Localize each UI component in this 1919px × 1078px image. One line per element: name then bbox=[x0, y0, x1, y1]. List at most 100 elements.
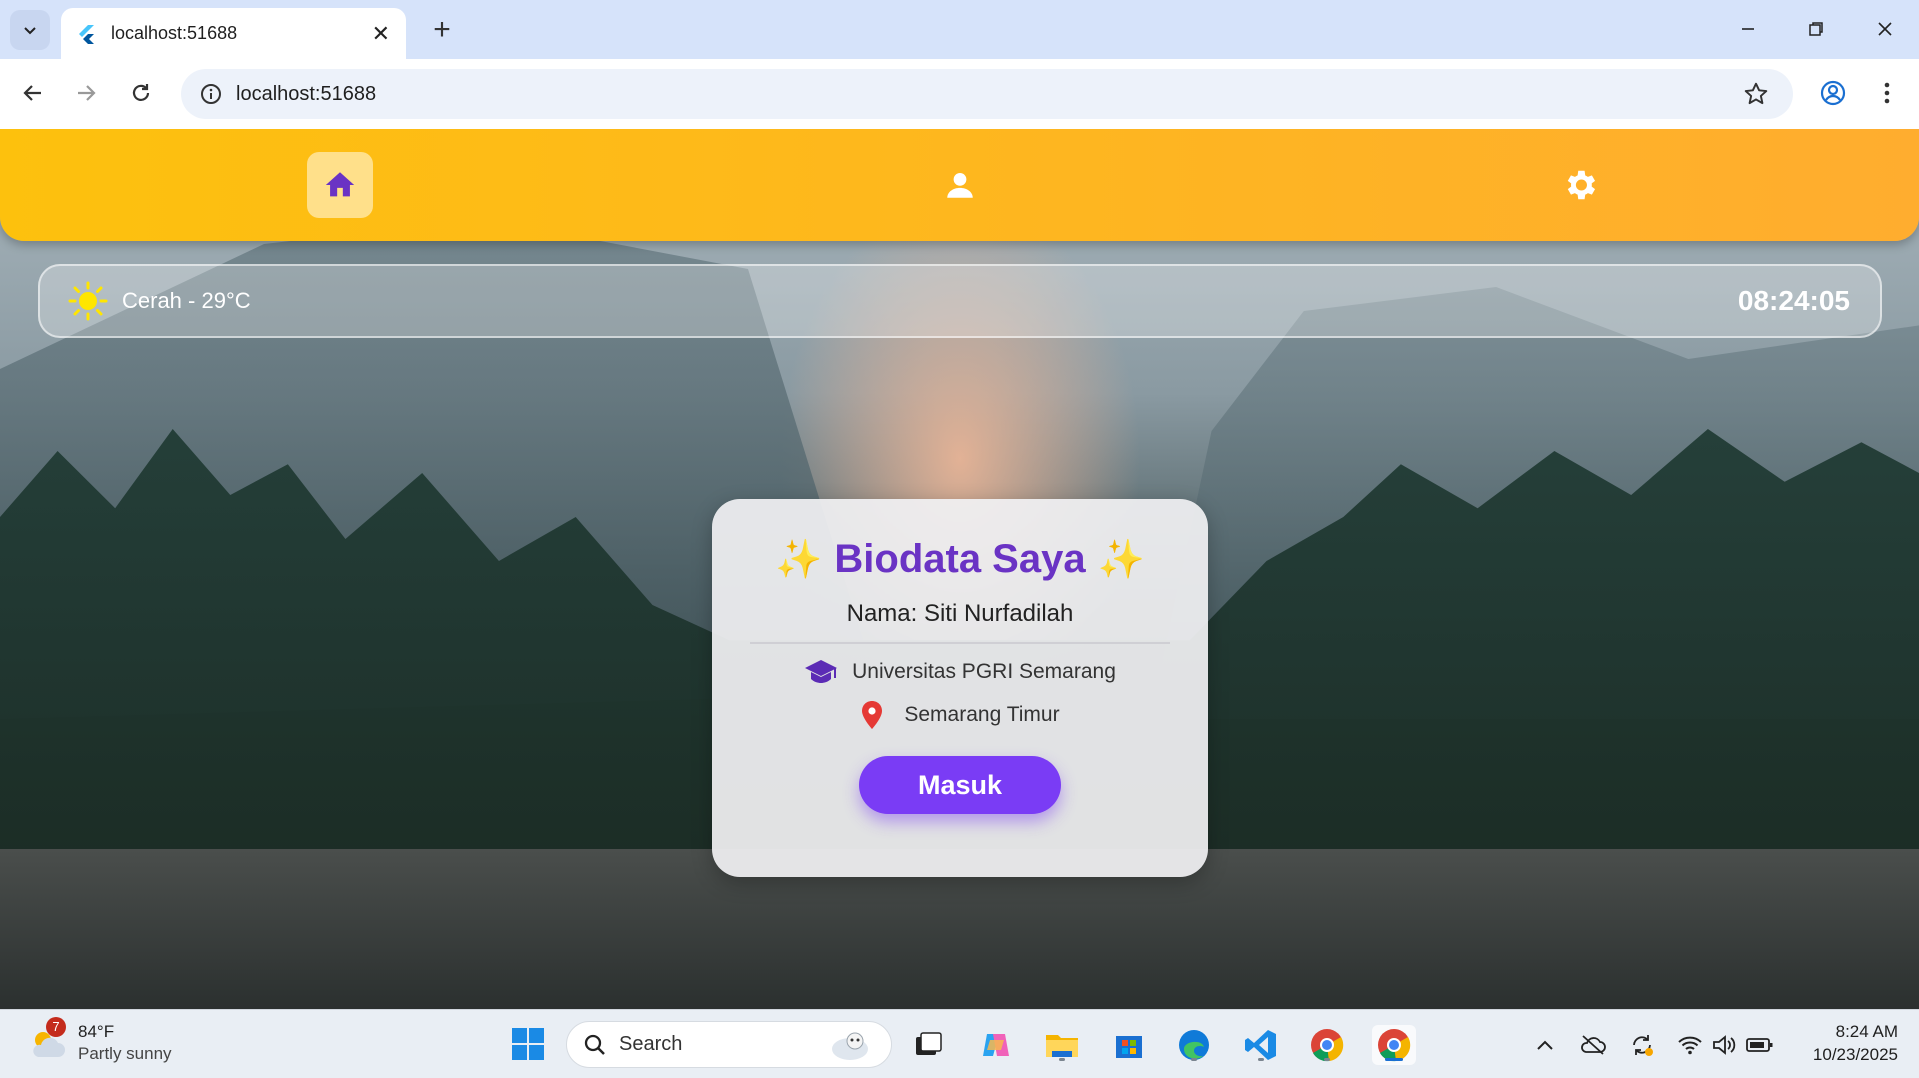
browser-tab-bar: localhost:51688 ✕ + bbox=[0, 0, 1919, 59]
file-explorer-button[interactable] bbox=[1042, 1025, 1082, 1065]
restore-button[interactable] bbox=[1782, 0, 1850, 58]
home-icon bbox=[325, 172, 355, 197]
minimize-button[interactable] bbox=[1714, 0, 1782, 58]
card-heading: ✨ Biodata Saya ✨ bbox=[712, 537, 1208, 582]
flutter-favicon-icon bbox=[77, 24, 97, 44]
microsoft-store-icon bbox=[1116, 1036, 1142, 1058]
task-view-icon bbox=[916, 1032, 942, 1055]
show-hidden-icons-button[interactable] bbox=[1530, 1030, 1560, 1060]
taskbar-search[interactable]: Search bbox=[566, 1021, 892, 1068]
taskbar-time: 8:24 AM bbox=[1835, 1022, 1898, 1041]
close-window-button[interactable] bbox=[1851, 0, 1919, 58]
taskbar: 7 84°F Partly sunny Search 8:24 AM 10/23… bbox=[0, 1009, 1919, 1078]
tab-title: localhost:51688 bbox=[111, 23, 238, 43]
restore-icon bbox=[1809, 22, 1823, 36]
running-indicator bbox=[1191, 1058, 1197, 1061]
location-pin-icon bbox=[862, 701, 883, 729]
university-row: Universitas PGRI Semarang bbox=[712, 658, 1208, 686]
vscode-button[interactable] bbox=[1241, 1025, 1281, 1065]
speaker-icon bbox=[1713, 1035, 1736, 1055]
weather-badge: 7 bbox=[46, 1017, 66, 1037]
profile-button[interactable] bbox=[1813, 73, 1853, 113]
taskbar-temp: 84°F bbox=[78, 1022, 115, 1041]
url-text[interactable]: localhost:51688 bbox=[236, 83, 376, 106]
sun-icon bbox=[68, 281, 108, 321]
folder-icon bbox=[1046, 1035, 1078, 1057]
biodata-card: ✨ Biodata Saya ✨ Nama: Siti Nurfadilah U… bbox=[712, 499, 1208, 877]
site-info-icon[interactable] bbox=[186, 83, 236, 105]
person-icon bbox=[947, 172, 973, 198]
arrow-right-icon bbox=[78, 85, 96, 101]
search-icon bbox=[584, 1034, 605, 1055]
back-button[interactable] bbox=[13, 73, 53, 113]
copilot-icon bbox=[983, 1034, 1009, 1056]
gear-icon bbox=[1567, 170, 1596, 200]
wifi-icon bbox=[1678, 1036, 1702, 1055]
search-highlight-icon bbox=[832, 1032, 868, 1060]
digital-clock: 08:24:05 bbox=[1737, 285, 1850, 316]
location-text: Semarang Timur bbox=[904, 703, 1060, 726]
card-divider bbox=[750, 642, 1170, 644]
chevron-down-icon bbox=[24, 27, 36, 35]
sparkles-icon: ✨ bbox=[775, 538, 823, 581]
tab-close-icon[interactable]: ✕ bbox=[372, 21, 390, 47]
battery-button[interactable] bbox=[1745, 1030, 1775, 1060]
volume-button[interactable] bbox=[1709, 1030, 1739, 1060]
chrome-button[interactable] bbox=[1307, 1025, 1347, 1065]
browser-menu-button[interactable] bbox=[1867, 73, 1907, 113]
nav-profile-button[interactable] bbox=[927, 152, 993, 218]
account-circle-icon bbox=[1820, 80, 1846, 106]
edge-button[interactable] bbox=[1174, 1025, 1214, 1065]
running-indicator bbox=[1258, 1058, 1264, 1061]
masuk-button[interactable]: Masuk bbox=[859, 756, 1061, 814]
taskbar-date: 10/23/2025 bbox=[1812, 1045, 1898, 1064]
name-line: Nama: Siti Nurfadilah bbox=[846, 600, 1074, 627]
taskbar-clock[interactable]: 8:24 AM 10/23/2025 bbox=[1790, 1022, 1898, 1065]
app-bar bbox=[0, 129, 1919, 241]
windows-start-icon bbox=[512, 1028, 544, 1060]
chrome-active-button[interactable] bbox=[1372, 1025, 1416, 1065]
address-bar[interactable]: localhost:51688 bbox=[181, 69, 1793, 119]
forward-button[interactable] bbox=[66, 73, 106, 113]
more-vert-icon bbox=[1884, 82, 1890, 104]
bookmark-star-icon[interactable] bbox=[1743, 81, 1769, 112]
close-icon bbox=[1878, 22, 1892, 36]
new-tab-button[interactable]: + bbox=[422, 10, 462, 50]
minimize-icon bbox=[1742, 28, 1754, 30]
chevron-up-icon bbox=[1537, 1040, 1553, 1050]
battery-icon bbox=[1746, 1038, 1773, 1052]
page-viewport: Cerah - 29°C 08:24:05 ✨ Biodata Saya ✨ N… bbox=[0, 129, 1919, 1009]
taskbar-weather-desc: Partly sunny bbox=[78, 1044, 172, 1063]
location-row: Semarang Timur bbox=[712, 700, 1208, 730]
onedrive-offline-button[interactable] bbox=[1578, 1030, 1608, 1060]
partly-sunny-icon: 7 bbox=[28, 1017, 68, 1063]
cloud-off-icon bbox=[1581, 1035, 1606, 1055]
running-indicator bbox=[1324, 1058, 1330, 1061]
weather-bar: Cerah - 29°C 08:24:05 bbox=[38, 264, 1882, 338]
running-indicator bbox=[1059, 1058, 1065, 1061]
sync-icon bbox=[1633, 1035, 1653, 1056]
vscode-icon bbox=[1245, 1030, 1276, 1060]
taskbar-search-label: Search bbox=[619, 1033, 683, 1055]
card-title: Biodata Saya bbox=[834, 537, 1086, 581]
tab-search-button[interactable] bbox=[10, 10, 50, 50]
wifi-button[interactable] bbox=[1675, 1030, 1705, 1060]
task-view-button[interactable] bbox=[908, 1025, 948, 1065]
sync-status-button[interactable] bbox=[1627, 1030, 1657, 1060]
browser-toolbar: localhost:51688 bbox=[0, 59, 1919, 129]
arrow-left-icon bbox=[23, 85, 41, 101]
active-indicator bbox=[1385, 1058, 1403, 1061]
nav-home-button[interactable] bbox=[307, 152, 373, 218]
store-button[interactable] bbox=[1109, 1025, 1149, 1065]
nav-settings-button[interactable] bbox=[1547, 152, 1613, 218]
reload-button[interactable] bbox=[121, 73, 161, 113]
taskbar-weather-widget[interactable]: 7 84°F Partly sunny bbox=[28, 1017, 172, 1064]
university-text: Universitas PGRI Semarang bbox=[852, 660, 1116, 683]
start-button[interactable] bbox=[508, 1024, 548, 1064]
weather-text: Cerah - 29°C bbox=[122, 288, 251, 313]
sparkles-icon: ✨ bbox=[1097, 538, 1145, 581]
reload-icon bbox=[132, 84, 150, 101]
browser-tab[interactable]: localhost:51688 ✕ bbox=[61, 8, 406, 59]
graduation-cap-icon bbox=[805, 660, 838, 683]
copilot-button[interactable] bbox=[976, 1025, 1016, 1065]
